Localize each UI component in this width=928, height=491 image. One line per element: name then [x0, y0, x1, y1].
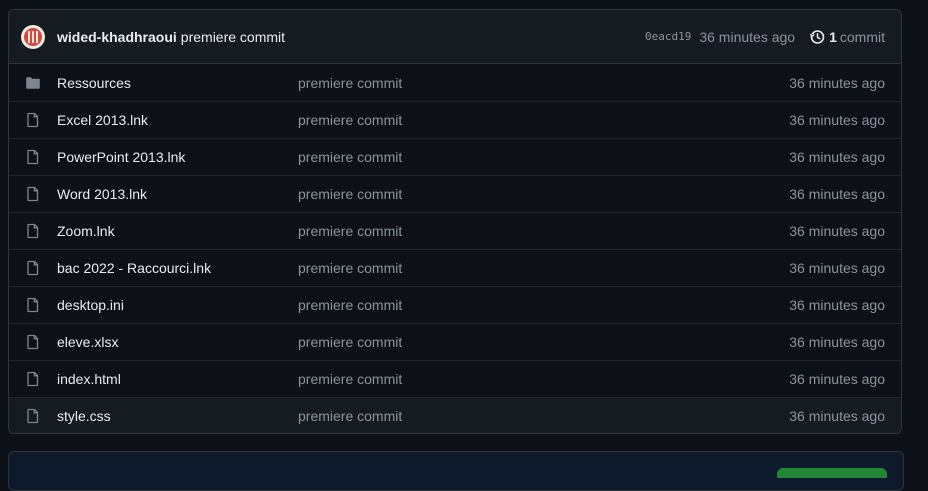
- latest-commit-bar: wided-khadhraoui premiere commit 0eacd19…: [9, 10, 901, 64]
- file-row[interactable]: PowerPoint 2013.lnk premiere commit 36 min…: [9, 138, 901, 175]
- file-commit-message-link[interactable]: premiere commit: [298, 223, 789, 239]
- commit-author-link[interactable]: wided-khadhraoui: [57, 29, 177, 45]
- history-icon: [809, 29, 825, 44]
- file-icon: [27, 334, 39, 350]
- commit-message-link[interactable]: premiere commit: [181, 29, 285, 45]
- commit-count-label: commit: [839, 28, 885, 45]
- file-commit-message-link[interactable]: premiere commit: [298, 186, 789, 202]
- add-readme-button[interactable]: [777, 468, 887, 478]
- commit-count: 1: [829, 28, 837, 45]
- commit-meta: 0eacd19 36 minutes ago 1 commit: [645, 29, 885, 45]
- file-icon: [27, 223, 39, 239]
- file-commit-message-link[interactable]: premiere commit: [298, 297, 789, 313]
- file-commit-message-link[interactable]: premiere commit: [298, 260, 789, 276]
- file-commit-age: 36 minutes ago: [789, 334, 885, 350]
- file-commit-age: 36 minutes ago: [789, 371, 885, 387]
- file-name-link[interactable]: bac 2022 - Raccourci.lnk: [57, 260, 298, 276]
- file-commit-message-link[interactable]: premiere commit: [298, 334, 789, 350]
- file-row[interactable]: desktop.ini premiere commit 36 minutes ago: [9, 286, 901, 323]
- file-commit-age: 36 minutes ago: [789, 186, 885, 202]
- file-row[interactable]: style.css premiere commit 36 minutes ago: [9, 397, 901, 433]
- file-commit-age: 36 minutes ago: [789, 149, 885, 165]
- file-name-link[interactable]: Word 2013.lnk: [57, 186, 298, 202]
- file-row[interactable]: bac 2022 - Raccourci.lnk premiere commit 3…: [9, 249, 901, 286]
- file-name-link[interactable]: PowerPoint 2013.lnk: [57, 149, 298, 165]
- file-icon: [27, 260, 39, 276]
- commit-time: 36 minutes ago: [699, 28, 796, 45]
- file-commit-age: 36 minutes ago: [789, 260, 885, 276]
- file-icon: [27, 186, 39, 202]
- commit-sha-link[interactable]: 0eacd19: [645, 30, 691, 43]
- file-name-link[interactable]: Excel 2013.lnk: [57, 112, 298, 128]
- file-row[interactable]: Zoom.lnk premiere commit 36 minutes ago: [9, 212, 901, 249]
- file-commit-age: 36 minutes ago: [789, 74, 885, 91]
- file-list-box: wided-khadhraoui premiere commit 0eacd19…: [8, 9, 902, 434]
- file-commit-age: 36 minutes ago: [789, 408, 885, 424]
- file-icon: [27, 408, 39, 424]
- file-commit-message-link[interactable]: premiere commit: [298, 149, 789, 165]
- file-row[interactable]: Excel 2013.lnk premiere commit 36 minutes …: [9, 101, 901, 138]
- file-commit-message-link[interactable]: premiere commit: [298, 371, 789, 387]
- folder-icon: [26, 76, 40, 89]
- file-row[interactable]: Word 2013.lnk premiere commit 36 minutes a…: [9, 175, 901, 212]
- file-rows: Ressources premiere commit 36 minutes ago E…: [9, 64, 901, 433]
- file-icon: [27, 149, 39, 165]
- file-name-link[interactable]: style.css: [57, 408, 298, 424]
- file-commit-message-link[interactable]: premiere commit: [298, 75, 789, 91]
- file-name-link[interactable]: Zoom.lnk: [57, 223, 298, 239]
- file-name-link[interactable]: Ressources: [57, 75, 298, 91]
- file-row[interactable]: Ressources premiere commit 36 minutes ago: [9, 64, 901, 101]
- file-commit-age: 36 minutes ago: [789, 297, 885, 313]
- file-commit-message-link[interactable]: premiere commit: [298, 408, 789, 424]
- commit-history-link[interactable]: 1 commit: [809, 29, 885, 45]
- file-commit-age: 36 minutes ago: [789, 223, 885, 239]
- file-icon: [27, 371, 39, 387]
- file-name-link[interactable]: index.html: [57, 371, 298, 387]
- file-icon: [27, 112, 39, 128]
- author-avatar[interactable]: [21, 24, 45, 49]
- readme-box: [8, 451, 904, 491]
- file-commit-age: 36 minutes ago: [789, 112, 885, 128]
- file-name-link[interactable]: desktop.ini: [57, 297, 298, 313]
- file-row[interactable]: index.html premiere commit 36 minutes ago: [9, 360, 901, 397]
- file-row[interactable]: eleve.xlsx premiere commit 36 minutes ago: [9, 323, 901, 360]
- file-name-link[interactable]: eleve.xlsx: [57, 334, 298, 350]
- file-icon: [27, 297, 39, 313]
- file-commit-message-link[interactable]: premiere commit: [298, 112, 789, 128]
